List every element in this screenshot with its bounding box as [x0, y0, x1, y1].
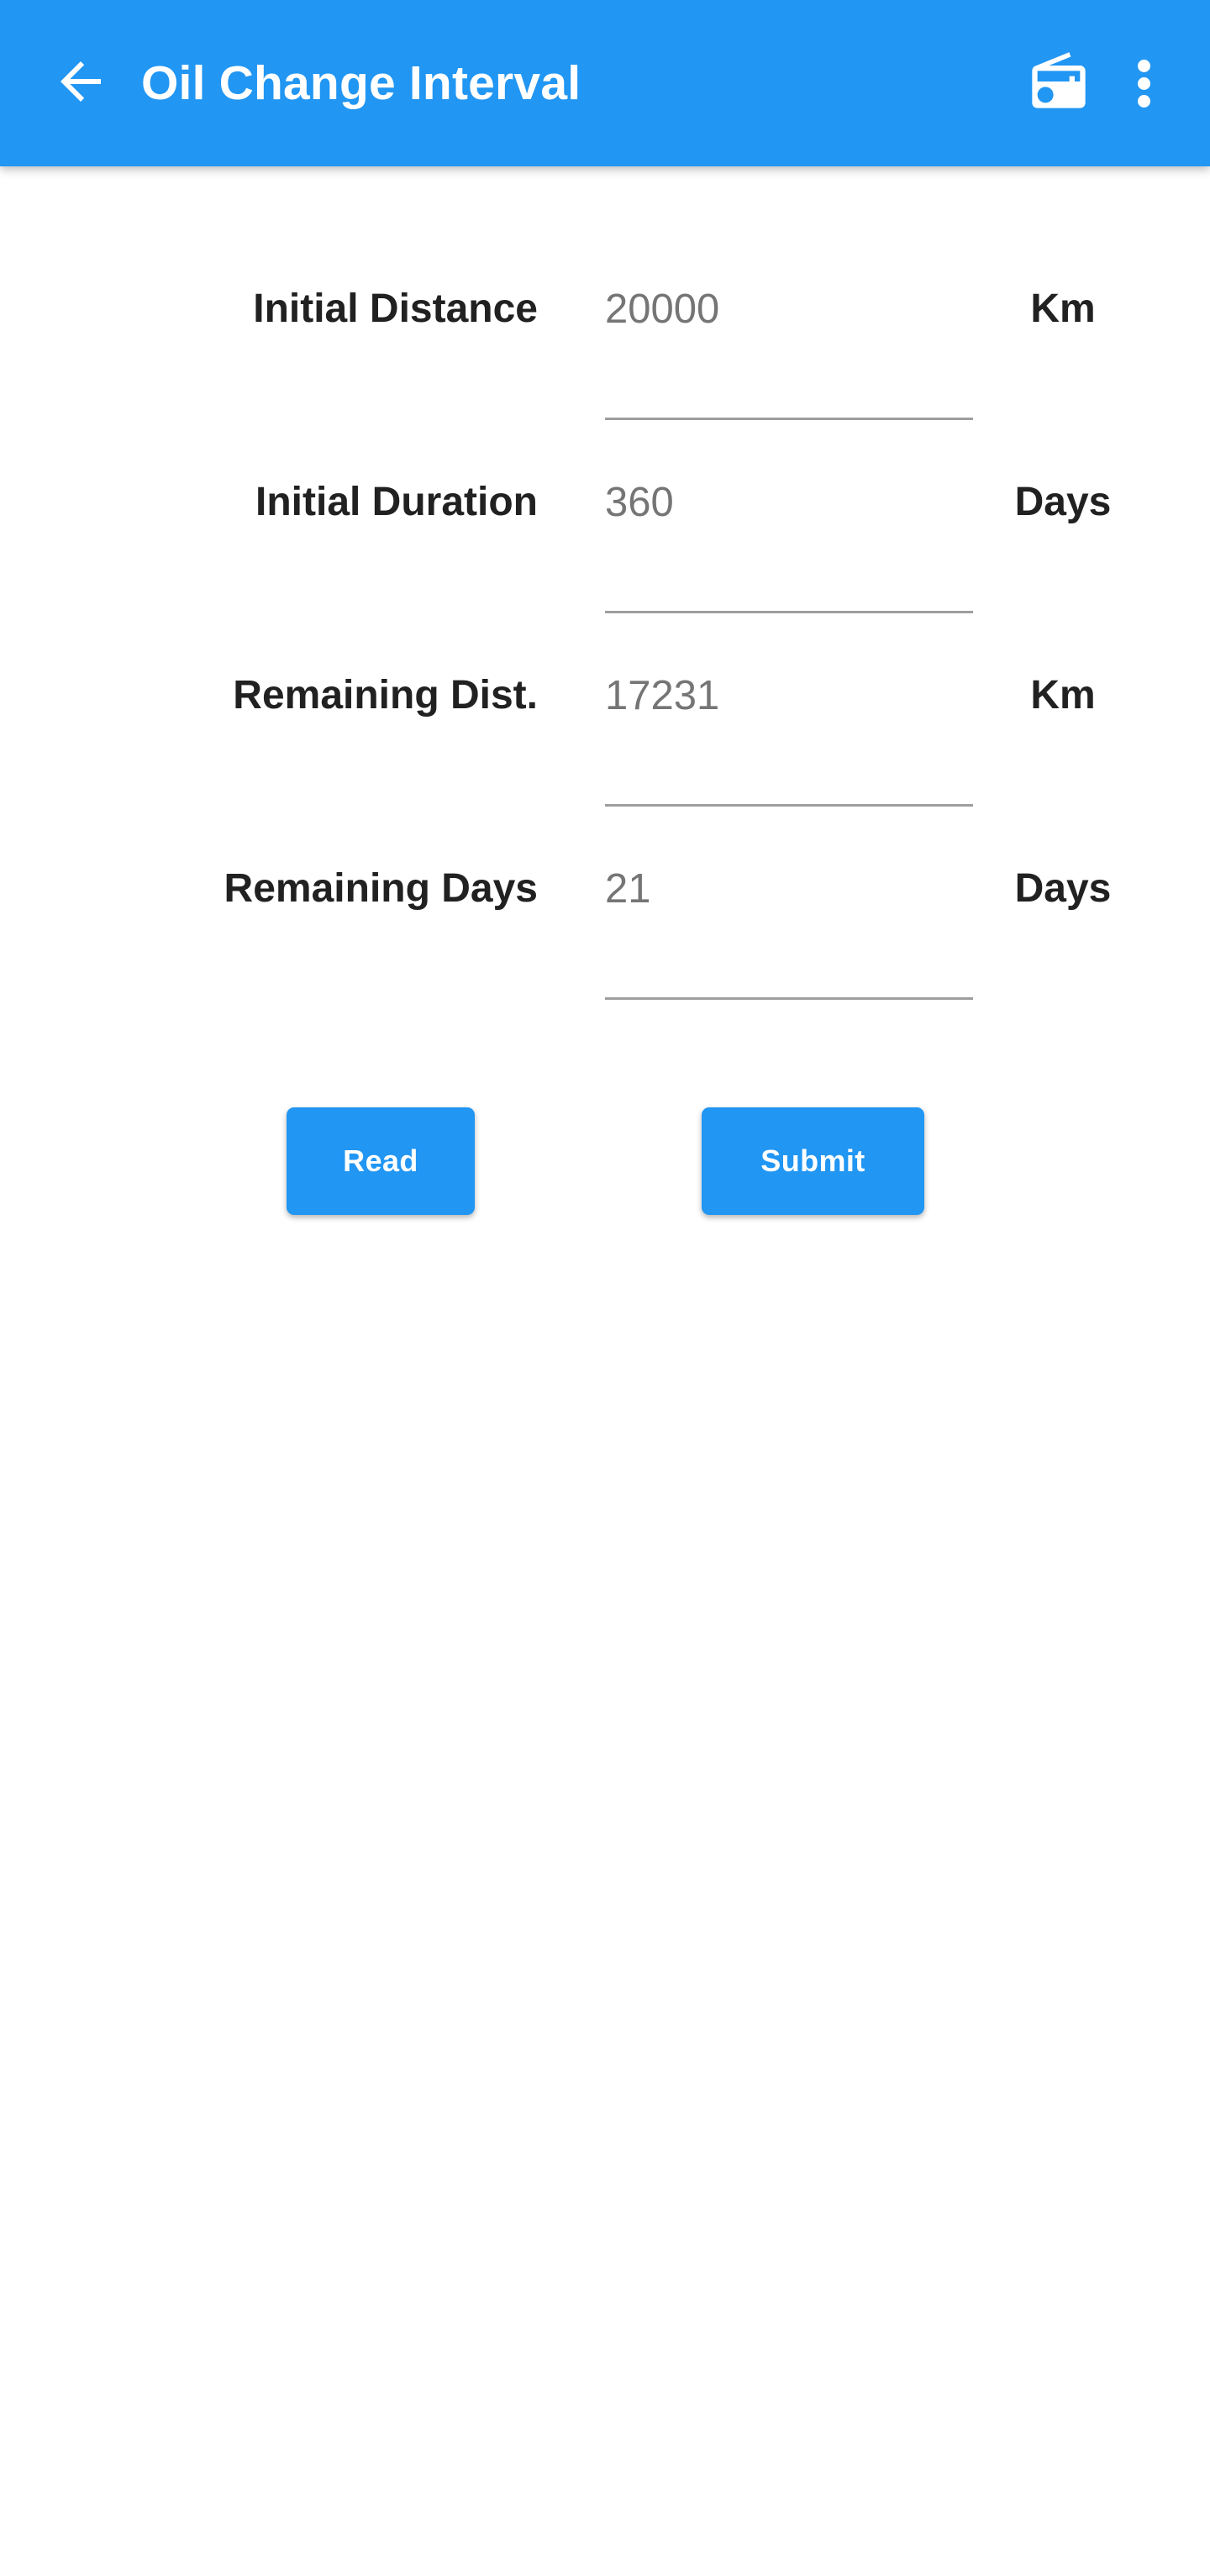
- underline-remaining-days: [605, 997, 973, 1000]
- underline-remaining-distance: [605, 804, 973, 807]
- field-remaining-days[interactable]: 21: [605, 847, 973, 1000]
- app-bar: Oil Change Interval: [0, 0, 1210, 166]
- form-screen: Initial Distance 20000 Km Initial Durati…: [0, 166, 1210, 2576]
- field-initial-duration[interactable]: 360: [605, 460, 973, 613]
- underline-initial-duration: [605, 611, 973, 613]
- overflow-menu-button[interactable]: [1114, 46, 1173, 120]
- more-vert-icon: [1137, 55, 1150, 113]
- radio-button[interactable]: [1022, 46, 1096, 120]
- input-remaining-days[interactable]: 21: [605, 865, 973, 912]
- back-button[interactable]: [49, 51, 113, 115]
- input-initial-distance[interactable]: 20000: [605, 286, 973, 333]
- page-title: Oil Change Interval: [141, 56, 581, 110]
- unit-remaining-distance: Km: [1030, 673, 1096, 718]
- field-initial-distance[interactable]: 20000: [605, 267, 973, 420]
- input-initial-duration[interactable]: 360: [605, 479, 973, 526]
- form-row-remaining-distance: Remaining Dist. 17231 Km: [0, 654, 1210, 847]
- unit-initial-duration: Days: [1014, 480, 1112, 524]
- field-remaining-distance[interactable]: 17231: [605, 654, 973, 807]
- label-initial-duration: Initial Duration: [255, 480, 538, 524]
- form-row-initial-duration: Initial Duration 360 Days: [0, 460, 1210, 654]
- unit-initial-distance: Km: [1030, 287, 1096, 331]
- label-remaining-days: Remaining Days: [224, 866, 538, 911]
- form-row-initial-distance: Initial Distance 20000 Km: [0, 267, 1210, 460]
- underline-initial-distance: [605, 418, 973, 420]
- unit-remaining-days: Days: [1014, 866, 1112, 911]
- label-initial-distance: Initial Distance: [253, 287, 538, 331]
- action-button-bar: Read Submit: [0, 1107, 1210, 1242]
- form-row-remaining-days: Remaining Days 21 Days: [0, 847, 1210, 1040]
- app-bar-actions: [1022, 46, 1173, 120]
- input-remaining-distance[interactable]: 17231: [605, 672, 973, 719]
- radio-icon: [1027, 50, 1091, 118]
- label-remaining-distance: Remaining Dist.: [233, 673, 538, 718]
- arrow-back-icon: [50, 51, 111, 116]
- read-button[interactable]: Read: [287, 1107, 475, 1215]
- submit-button[interactable]: Submit: [702, 1107, 924, 1215]
- interval-form: Initial Distance 20000 Km Initial Durati…: [0, 267, 1210, 1040]
